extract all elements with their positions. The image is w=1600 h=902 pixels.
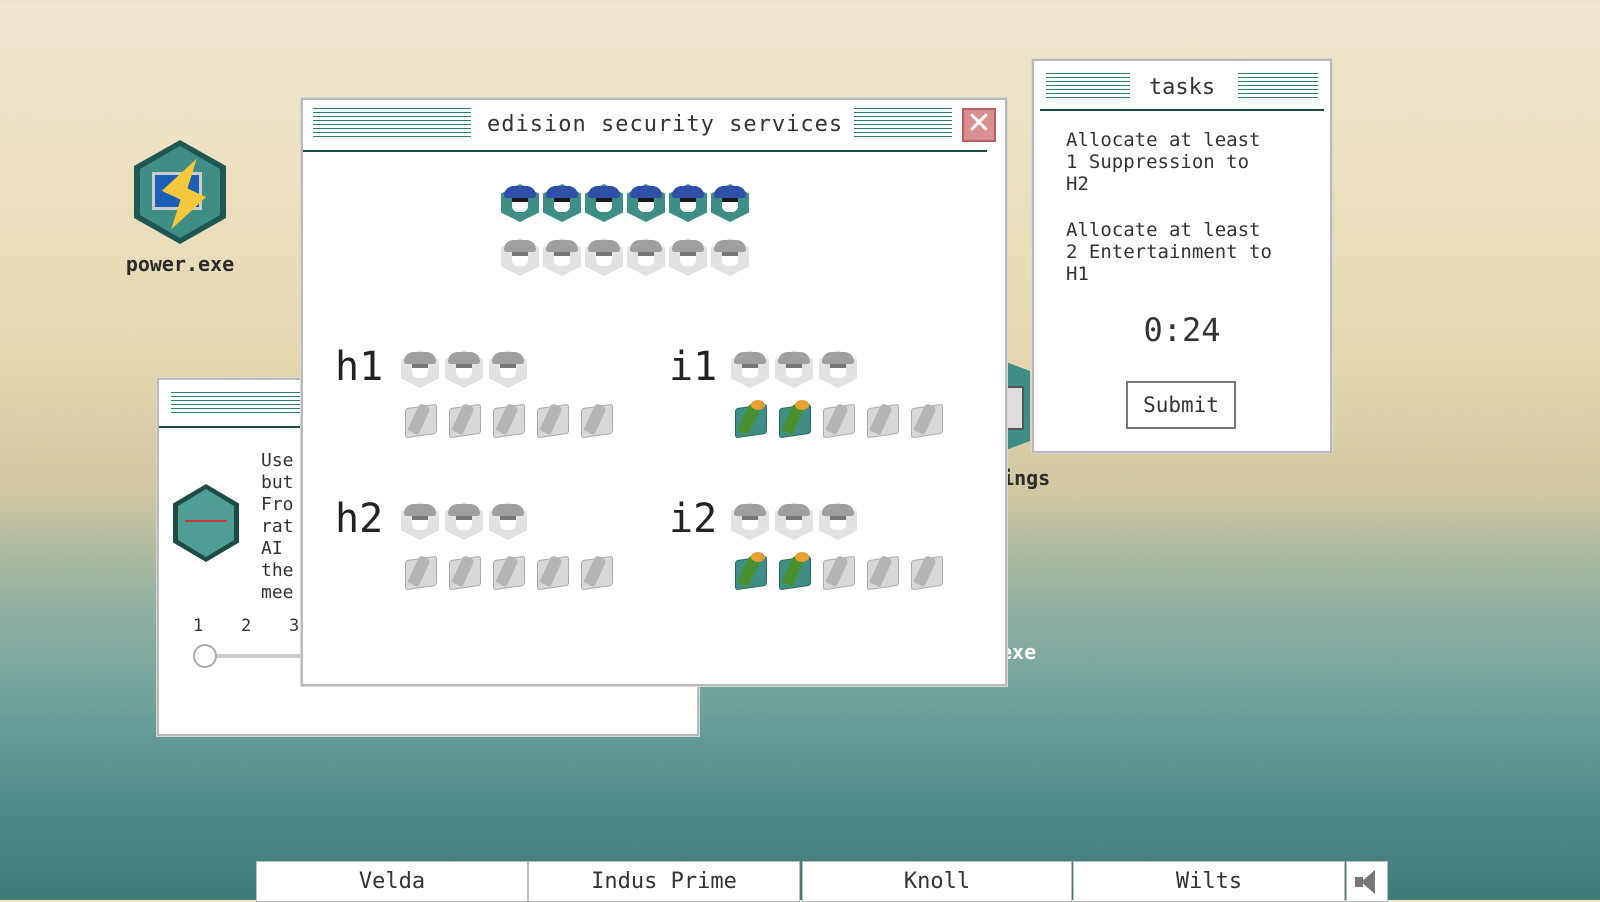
agent-slot-icon[interactable] [445, 350, 483, 388]
agent-slot-icon[interactable] [711, 238, 749, 276]
agent-slot-icon[interactable] [543, 238, 581, 276]
agent-slot-icon[interactable] [401, 502, 439, 540]
agent-pool [501, 184, 761, 284]
taskbar-tab-knoll[interactable]: Knoll [802, 861, 1072, 902]
security-agent-icon[interactable] [585, 184, 623, 222]
supply-slot-icon[interactable] [577, 400, 615, 439]
agent-slot-icon[interactable] [489, 502, 527, 540]
supply-slot-icon[interactable] [577, 552, 615, 591]
task-1: Allocate at least 1 Suppression to H2 [1066, 129, 1261, 195]
security-agent-icon[interactable] [711, 184, 749, 222]
agent-slot-icon[interactable] [731, 502, 769, 540]
taskbar-tab-wilts[interactable]: Wilts [1073, 861, 1345, 902]
agent-slot-icon[interactable] [445, 502, 483, 540]
security-window-title: edision security services [487, 112, 844, 137]
supply-slot-icon[interactable] [907, 400, 945, 439]
supply-slot-icon[interactable] [533, 400, 571, 439]
agent-slot-icon[interactable] [489, 350, 527, 388]
taskbar-tab-velda[interactable]: Velda [256, 861, 528, 902]
taskbar-tab-indus-prime[interactable]: Indus Prime [528, 861, 800, 902]
security-agent-icon[interactable] [501, 184, 539, 222]
security-agent-icon[interactable] [543, 184, 581, 222]
supply-slot-icon[interactable] [489, 552, 527, 591]
tasks-titlebar-stripes-right [1238, 73, 1318, 99]
close-button[interactable]: ✕ [962, 108, 996, 142]
supply-crate-icon[interactable] [731, 400, 769, 439]
speaker-icon [1355, 870, 1379, 894]
close-icon: ✕ [966, 106, 992, 141]
zone-h1-label: h1 [335, 344, 384, 390]
agent-slot-icon[interactable] [585, 238, 623, 276]
supply-slot-icon[interactable] [819, 552, 857, 591]
titlebar-stripes-right [854, 108, 952, 140]
agent-slot-icon[interactable] [731, 350, 769, 388]
zone-h1[interactable] [401, 350, 641, 450]
slider-thumb[interactable] [193, 644, 217, 668]
power-exe-label: power.exe [125, 252, 235, 276]
agent-slot-icon[interactable] [401, 350, 439, 388]
monitor-hex-icon [173, 484, 239, 562]
sound-toggle-button[interactable] [1346, 861, 1388, 902]
agent-slot-icon[interactable] [627, 238, 665, 276]
security-window-titlebar[interactable]: edision security services [303, 100, 987, 152]
zone-i1-label: i1 [669, 344, 718, 390]
titlebar-stripes-left [313, 108, 471, 140]
power-exe-desktop-icon[interactable]: power.exe [120, 140, 240, 276]
zone-i2[interactable] [731, 502, 971, 602]
supply-slot-icon[interactable] [489, 400, 527, 439]
supply-crate-icon[interactable] [775, 552, 813, 591]
supply-slot-icon[interactable] [445, 400, 483, 439]
supply-crate-icon[interactable] [731, 552, 769, 591]
agent-slot-icon[interactable] [819, 502, 857, 540]
tasks-window[interactable]: tasks Allocate at least 1 Suppression to… [1032, 59, 1332, 453]
security-window[interactable]: edision security services ✕ h1 i1 h2 i2 [301, 98, 1007, 686]
supply-slot-icon[interactable] [863, 552, 901, 591]
supply-slot-icon[interactable] [401, 552, 439, 591]
security-agent-icon[interactable] [627, 184, 665, 222]
tasks-window-titlebar[interactable]: tasks [1040, 63, 1324, 111]
power-icon [134, 140, 226, 244]
agent-slot-icon[interactable] [501, 238, 539, 276]
countdown-timer: 0:24 [1143, 311, 1221, 349]
submit-button[interactable]: Submit [1126, 381, 1236, 429]
supply-slot-icon[interactable] [863, 400, 901, 439]
supply-crate-icon[interactable] [775, 400, 813, 439]
zone-h2[interactable] [401, 502, 641, 602]
supply-slot-icon[interactable] [401, 400, 439, 439]
security-agent-icon[interactable] [669, 184, 707, 222]
supply-slot-icon[interactable] [533, 552, 571, 591]
task-2: Allocate at least 2 Entertainment to H1 [1066, 219, 1272, 285]
supply-slot-icon[interactable] [907, 552, 945, 591]
agent-slot-icon[interactable] [669, 238, 707, 276]
supply-slot-icon[interactable] [445, 552, 483, 591]
zone-h2-label: h2 [335, 496, 384, 542]
supply-slot-icon[interactable] [819, 400, 857, 439]
agent-slot-icon[interactable] [819, 350, 857, 388]
agent-slot-icon[interactable] [775, 350, 813, 388]
agent-slot-icon[interactable] [775, 502, 813, 540]
zone-i1[interactable] [731, 350, 971, 450]
zone-i2-label: i2 [669, 496, 718, 542]
